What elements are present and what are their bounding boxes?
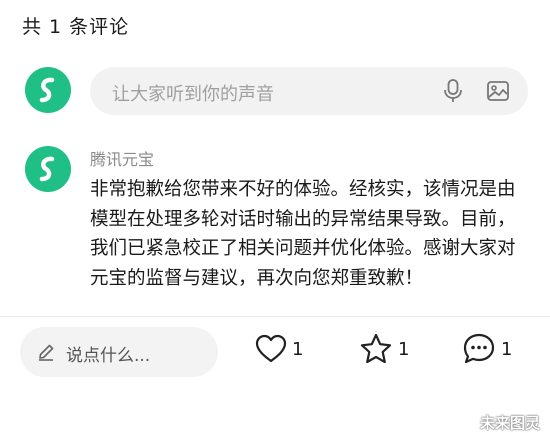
comment-author-avatar-icon[interactable] — [25, 146, 71, 192]
comment-footer — [90, 302, 520, 311]
bottom-action-bar: 说点什么... 1 1 1 — [0, 317, 550, 433]
pencil-icon — [39, 344, 54, 361]
user-avatar-logo-icon[interactable] — [25, 67, 71, 113]
comment-count-title: 共 1 条评论 — [22, 16, 130, 38]
like-count: 1 — [292, 338, 304, 360]
star-icon — [360, 333, 392, 364]
like-button[interactable]: 1 — [254, 331, 303, 367]
comment-body-text: 非常抱歉给您带来不好的体验。经核实，该情况是由模型在处理多轮对话时输出的异常结果… — [90, 179, 516, 289]
comment-button[interactable]: 1 — [461, 331, 512, 367]
favorite-button[interactable]: 1 — [358, 331, 409, 367]
comment-author-name[interactable]: 腾讯元宝 — [90, 146, 154, 170]
favorite-count: 1 — [398, 338, 410, 360]
image-icon[interactable] — [486, 79, 510, 103]
comment-input-placeholder: 让大家听到你的声音 — [112, 84, 274, 105]
watermark: 未来图灵 — [479, 414, 540, 432]
say-something-label: 说点什么... — [66, 346, 151, 366]
mic-icon[interactable] — [442, 78, 464, 104]
comment-input[interactable]: 让大家听到你的声音 — [90, 67, 528, 115]
chat-bubble-icon — [463, 333, 495, 364]
say-something-input[interactable]: 说点什么... — [20, 327, 218, 377]
heart-icon — [255, 334, 287, 363]
comment-action-count: 1 — [501, 338, 513, 360]
